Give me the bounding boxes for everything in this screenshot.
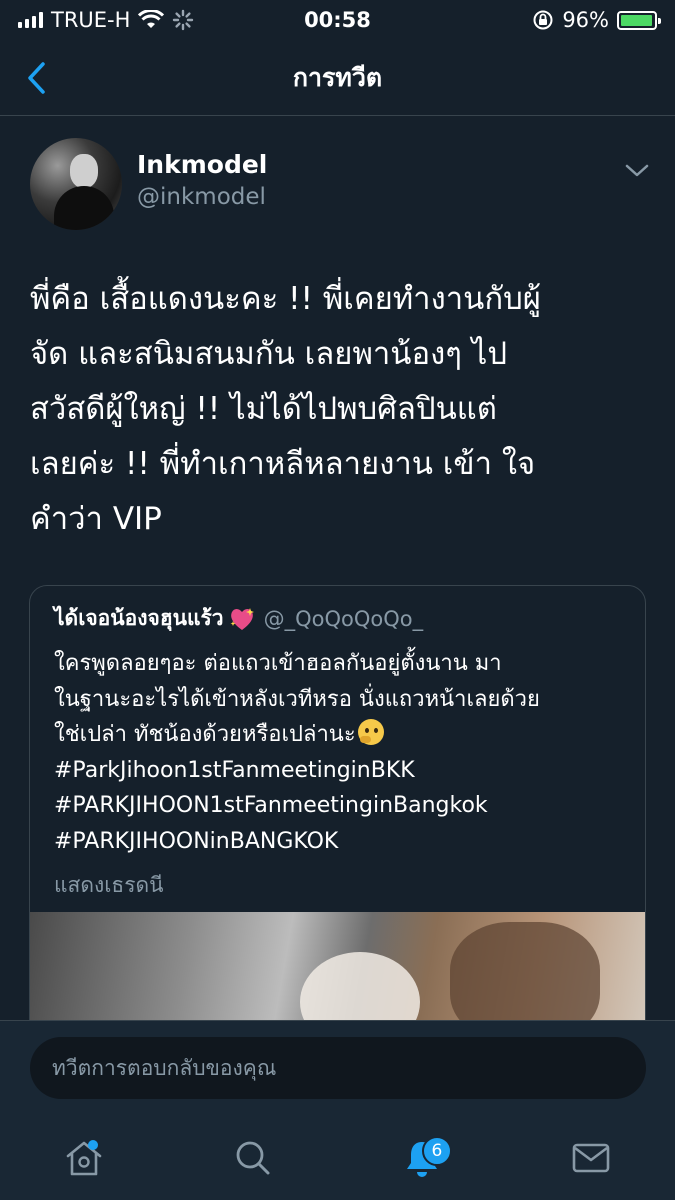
battery-percent: 96% [562,8,609,32]
show-thread-link[interactable]: แสดงเธรดนี [54,869,164,902]
quoted-text-line: ใครพูดลอยๆอะ ต่อแถวเข้าฮอลกันอยู่ตั้งนาน… [54,651,502,676]
tab-notifications[interactable]: 6 [392,1128,452,1188]
home-icon [67,1141,102,1175]
battery-icon [617,10,661,30]
envelope-icon [572,1143,609,1172]
hashtag-link[interactable]: #PARKJIHOONinBANGKOK [54,824,629,860]
new-content-dot [88,1139,99,1150]
status-right: 96% [532,8,661,32]
reply-bar [0,1020,675,1115]
quoted-text-line-content: ใช่เปล่า ทัชน้องด้วยหรือเปล่านะ [54,722,356,747]
tab-home[interactable] [54,1128,114,1188]
quoted-text-line: ใช่เปล่า ทัชน้องด้วยหรือเปล่านะ [54,717,629,753]
quoted-text-line: ในฐานะอะไรได้เข้าหลังเวทีหรอ นั่งแถวหน้า… [54,686,540,712]
quoted-tweet-header: ได้เจอน้องจฮุนแร้ว @_QoQoQoQo_ [54,602,423,635]
navigation-header: การทวีต [0,40,675,116]
rotation-lock-icon [533,10,553,30]
tab-search[interactable] [223,1128,283,1188]
status-bar: TRUE-H 00:58 96% [0,0,675,40]
search-icon [236,1141,270,1174]
quoted-author-handle: @_QoQoQoQo_ [263,606,424,631]
tweet-options-button[interactable] [622,158,652,182]
chevron-down-icon [625,164,649,177]
carrier-label: TRUE-H [51,8,131,32]
author-name[interactable]: Inkmodel [137,150,267,179]
signal-icon [18,12,43,28]
battery-level-fill [621,14,652,26]
hashtag-link[interactable]: #PARKJIHOON1stFanmeetinginBangkok [54,788,629,824]
quoted-tweet-text: ใครพูดลอยๆอะ ต่อแถวเข้าฮอลกันอยู่ตั้งนาน… [54,646,629,859]
wifi-icon [138,10,165,28]
notifications-badge: 6 [421,1135,452,1166]
tab-messages[interactable] [561,1128,621,1188]
thinking-face-icon [357,719,384,745]
status-left: TRUE-H [18,8,194,32]
reply-input[interactable] [30,1037,646,1099]
hashtag-link[interactable]: #ParkJihoon1stFanmeetinginBKK [54,753,629,789]
back-button[interactable] [20,60,52,96]
author-handle[interactable]: @inkmodel [137,184,266,210]
tweet-text: พี่คือ เสื้อแดงนะคะ !! พี่เคยทำงานกับผู้… [30,281,541,537]
page-title: การทวีต [292,62,383,92]
quoted-author-name: ได้เจอน้องจฮุนแร้ว [54,606,224,630]
chevron-left-icon [28,62,45,94]
tab-bar: 6 [0,1115,675,1200]
activity-spinner-icon [173,9,194,31]
avatar[interactable] [30,138,122,230]
sparkling-heart-icon [230,607,254,630]
